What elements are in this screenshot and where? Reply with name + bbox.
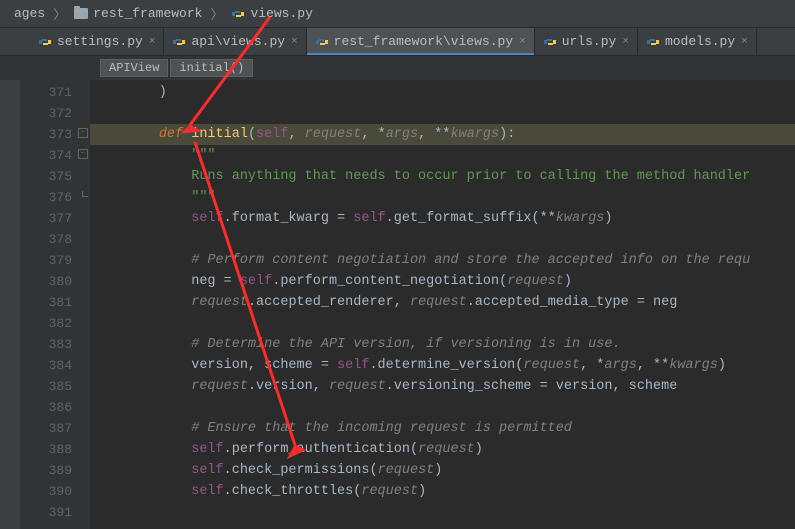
code-line[interactable]: request.version, request.versioning_sche… [90,376,795,397]
context-bar: APIView initial() [0,56,795,80]
tab-label: settings.py [57,34,143,49]
python-file-icon [315,35,329,49]
tab-label: rest_framework\views.py [334,34,513,49]
tab-models[interactable]: models.py × [638,28,757,55]
line-number[interactable]: 386 [20,397,90,418]
close-icon[interactable]: × [741,36,748,48]
editor: 371372373−374−37537637737837938038138238… [0,80,795,529]
close-icon[interactable]: × [149,36,156,48]
line-number[interactable]: 379 [20,250,90,271]
code-line[interactable] [90,502,795,523]
python-file-icon [646,35,660,49]
close-icon[interactable]: × [519,36,526,48]
breadcrumb-item-ages[interactable]: ages [8,4,51,23]
code-area[interactable]: ) def initial(self, request, *args, **kw… [90,80,795,529]
line-number[interactable]: 391 [20,502,90,523]
python-file-icon [172,35,186,49]
context-method[interactable]: initial() [170,59,253,77]
code-line[interactable] [90,229,795,250]
line-number[interactable]: 372 [20,103,90,124]
code-line[interactable]: version, scheme = self.determine_version… [90,355,795,376]
breadcrumb-item-views-py[interactable]: views.py [225,4,318,23]
line-number[interactable]: 382 [20,313,90,334]
line-number[interactable]: 388 [20,439,90,460]
tab-rest-framework-views[interactable]: rest_framework\views.py × [307,28,535,55]
code-line[interactable]: # Perform content negotiation and store … [90,250,795,271]
line-number[interactable]: 371 [20,82,90,103]
breadcrumb-item-rest-framework[interactable]: rest_framework [68,4,208,23]
line-number[interactable]: 380 [20,271,90,292]
tab-label: models.py [665,34,735,49]
code-line[interactable] [90,103,795,124]
code-line[interactable]: self.check_permissions(request) [90,460,795,481]
python-file-icon [231,7,245,21]
line-number[interactable]: 384 [20,355,90,376]
left-gutter-strip [0,80,20,529]
line-number-gutter[interactable]: 371372373−374−37537637737837938038138238… [20,80,90,529]
code-line[interactable]: """ [90,145,795,166]
code-line[interactable] [90,397,795,418]
line-number[interactable]: 373− [20,124,90,145]
line-number[interactable]: 390 [20,481,90,502]
line-number[interactable]: 375 [20,166,90,187]
tab-settings[interactable]: settings.py × [30,28,164,55]
line-number[interactable]: 383 [20,334,90,355]
python-file-icon [38,35,52,49]
line-number[interactable]: 378 [20,229,90,250]
chevron-right-icon: 〉 [210,4,223,23]
line-number[interactable]: 381 [20,292,90,313]
code-line[interactable]: """ [90,187,795,208]
code-line[interactable]: # Ensure that the incoming request is pe… [90,418,795,439]
line-number[interactable]: 374− [20,145,90,166]
code-line[interactable]: # Determine the API version, if versioni… [90,334,795,355]
line-number[interactable]: 389 [20,460,90,481]
code-line[interactable]: request.accepted_renderer, request.accep… [90,292,795,313]
tab-label: urls.py [562,34,617,49]
code-line[interactable]: self.check_throttles(request) [90,481,795,502]
code-line[interactable]: self.perform_authentication(request) [90,439,795,460]
code-line[interactable] [90,313,795,334]
breadcrumb: ages 〉 rest_framework 〉 views.py [0,0,795,28]
close-icon[interactable]: × [622,36,629,48]
line-number[interactable]: 377 [20,208,90,229]
editor-tabs: settings.py × api\views.py × rest_framew… [0,28,795,56]
line-number[interactable]: 385 [20,376,90,397]
python-file-icon [543,35,557,49]
context-class[interactable]: APIView [100,59,168,77]
fold-icon[interactable] [82,191,88,197]
code-line[interactable]: self.format_kwarg = self.get_format_suff… [90,208,795,229]
code-line[interactable]: ) [90,82,795,103]
line-number[interactable]: 387 [20,418,90,439]
code-line[interactable]: neg = self.perform_content_negotiation(r… [90,271,795,292]
folder-icon [74,8,88,19]
code-line[interactable]: Runs anything that needs to occur prior … [90,166,795,187]
fold-icon[interactable]: − [78,149,88,159]
fold-icon[interactable]: − [78,128,88,138]
code-line[interactable]: def initial(self, request, *args, **kwar… [90,124,795,145]
close-icon[interactable]: × [291,36,298,48]
tab-api-views[interactable]: api\views.py × [164,28,306,55]
line-number[interactable]: 376 [20,187,90,208]
tab-urls[interactable]: urls.py × [535,28,638,55]
tab-label: api\views.py [191,34,285,49]
chevron-right-icon: 〉 [53,4,66,23]
